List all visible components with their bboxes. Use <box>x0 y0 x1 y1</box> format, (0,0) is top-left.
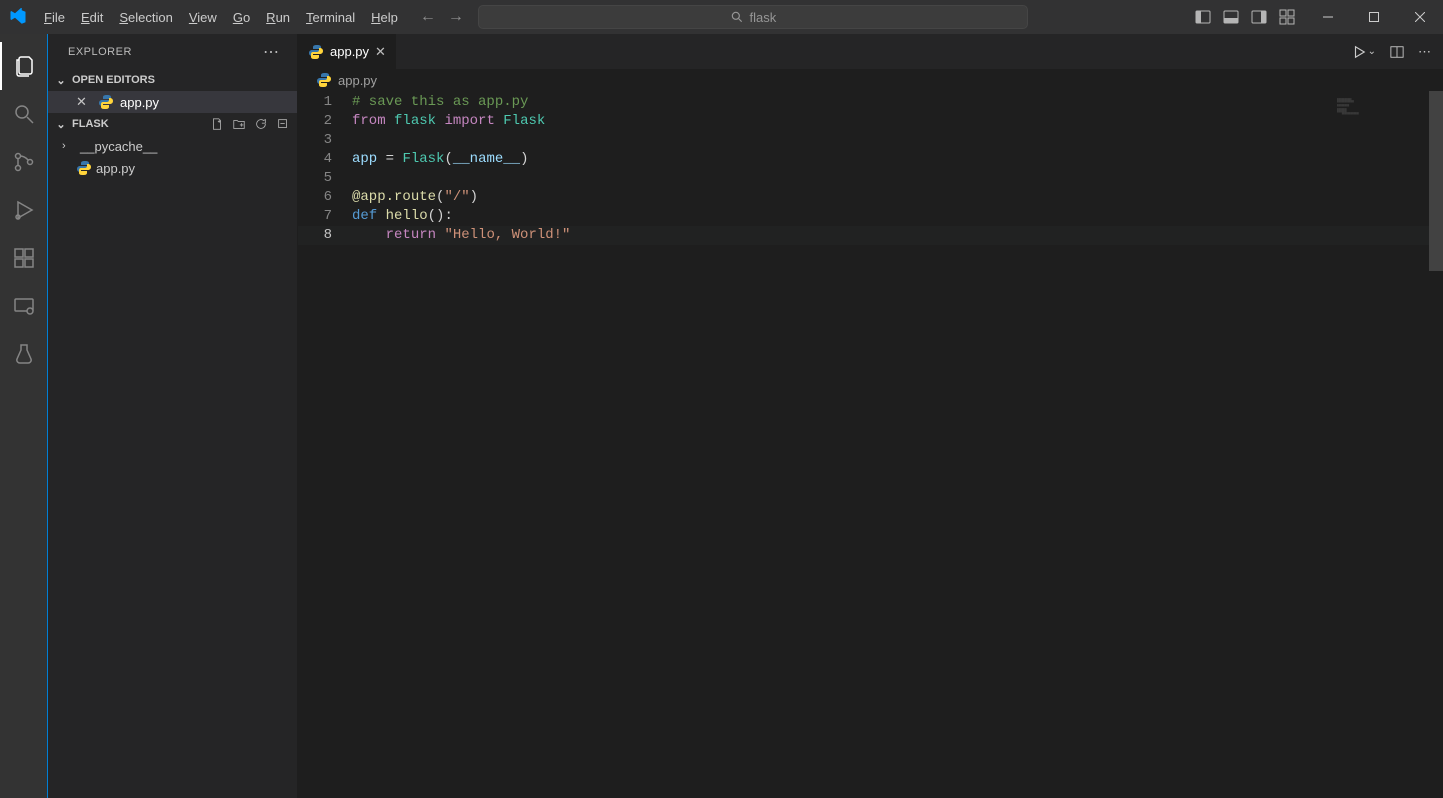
new-folder-icon[interactable] <box>231 116 247 132</box>
activity-testing-icon[interactable] <box>0 330 48 378</box>
file-name: app.py <box>96 161 135 176</box>
line-number: 8 <box>298 226 352 245</box>
explorer-more-icon[interactable]: ⋯ <box>263 42 281 62</box>
menu-view[interactable]: View <box>181 0 225 34</box>
activity-bar <box>0 34 48 798</box>
open-editor-item[interactable]: ✕ app.py <box>48 91 297 113</box>
editor-area: app.py ✕ ⌄ ⋯ app.py 1# save this as app.… <box>298 34 1443 798</box>
menu-help[interactable]: Help <box>363 0 406 34</box>
editor-actions: ⌄ ⋯ <box>1340 34 1443 69</box>
open-editors-label: OPEN EDITORS <box>72 74 155 86</box>
collapse-all-icon[interactable] <box>275 116 291 132</box>
maximize-button[interactable] <box>1351 0 1397 34</box>
activity-source-control-icon[interactable] <box>0 138 48 186</box>
split-editor-icon[interactable] <box>1390 45 1404 59</box>
activity-search-icon[interactable] <box>0 90 48 138</box>
explorer-sidebar: EXPLORER ⋯ ⌄ OPEN EDITORS ✕ app.py ⌄ FLA… <box>48 34 298 798</box>
nav-back-icon[interactable]: ← <box>418 8 438 26</box>
nav-forward-icon[interactable]: → <box>446 8 466 26</box>
chevron-down-icon: ⌄ <box>54 118 68 131</box>
project-section[interactable]: ⌄ FLASK <box>48 113 297 135</box>
layout-controls <box>1185 0 1305 34</box>
toggle-primary-sidebar-icon[interactable] <box>1189 0 1217 34</box>
breadcrumbs[interactable]: app.py <box>298 69 1443 91</box>
chevron-right-icon: › <box>62 140 76 152</box>
tab-label: app.py <box>330 44 369 59</box>
search-text: flask <box>750 10 777 25</box>
editor-more-icon[interactable]: ⋯ <box>1418 44 1431 60</box>
explorer-title: EXPLORER <box>68 46 132 58</box>
tree-folder-pycache[interactable]: › __pycache__ <box>48 135 297 157</box>
close-button[interactable] <box>1397 0 1443 34</box>
minimize-button[interactable] <box>1305 0 1351 34</box>
menu-file[interactable]: FFileile <box>36 0 73 34</box>
menu-run[interactable]: Run <box>258 0 298 34</box>
activity-run-debug-icon[interactable] <box>0 186 48 234</box>
nav-arrows: ← → <box>406 8 478 26</box>
line-number: 6 <box>298 188 352 207</box>
code-editor[interactable]: 1# save this as app.py 2from flask impor… <box>298 91 1443 798</box>
python-file-icon <box>76 160 92 176</box>
tab-app-py[interactable]: app.py ✕ <box>298 34 397 69</box>
customize-layout-icon[interactable] <box>1273 0 1301 34</box>
command-center-search[interactable]: flask <box>478 5 1028 29</box>
python-file-icon <box>98 94 114 110</box>
menu-bar: FFileile Edit Selection View Go Run Term… <box>36 0 406 34</box>
folder-name: __pycache__ <box>80 139 157 154</box>
vscode-logo-icon <box>0 8 36 26</box>
activity-extensions-icon[interactable] <box>0 234 48 282</box>
menu-go[interactable]: Go <box>225 0 258 34</box>
breadcrumb-file: app.py <box>338 73 377 88</box>
main-area: EXPLORER ⋯ ⌄ OPEN EDITORS ✕ app.py ⌄ FLA… <box>0 34 1443 798</box>
line-number: 7 <box>298 207 352 226</box>
python-file-icon <box>308 44 324 60</box>
new-file-icon[interactable] <box>209 116 225 132</box>
tab-bar: app.py ✕ ⌄ ⋯ <box>298 34 1443 69</box>
line-number: 1 <box>298 93 352 112</box>
scrollbar-thumb[interactable] <box>1429 91 1443 271</box>
line-number: 2 <box>298 112 352 131</box>
explorer-header: EXPLORER ⋯ <box>48 34 297 69</box>
line-number: 3 <box>298 131 352 150</box>
close-editor-icon[interactable]: ✕ <box>76 94 92 110</box>
window-controls <box>1305 0 1443 34</box>
activity-remote-icon[interactable] <box>0 282 48 330</box>
line-number: 5 <box>298 169 352 188</box>
run-python-icon[interactable]: ⌄ <box>1352 45 1376 59</box>
chevron-down-icon: ⌄ <box>54 74 68 87</box>
minimap[interactable]: ████████████████████████████████████████… <box>1329 91 1429 798</box>
titlebar: FFileile Edit Selection View Go Run Term… <box>0 0 1443 34</box>
project-name: FLASK <box>72 118 109 130</box>
activity-explorer-icon[interactable] <box>0 42 48 90</box>
open-editor-filename: app.py <box>120 95 159 110</box>
menu-edit[interactable]: Edit <box>73 0 111 34</box>
refresh-icon[interactable] <box>253 116 269 132</box>
scrollbar-track[interactable] <box>1429 91 1443 798</box>
tree-file-app[interactable]: app.py <box>48 157 297 179</box>
menu-terminal[interactable]: Terminal <box>298 0 363 34</box>
tab-close-icon[interactable]: ✕ <box>375 44 386 60</box>
python-file-icon <box>316 72 332 88</box>
menu-selection[interactable]: Selection <box>111 0 180 34</box>
toggle-panel-icon[interactable] <box>1217 0 1245 34</box>
line-number: 4 <box>298 150 352 169</box>
search-icon <box>730 10 744 24</box>
toggle-secondary-sidebar-icon[interactable] <box>1245 0 1273 34</box>
open-editors-section[interactable]: ⌄ OPEN EDITORS <box>48 69 297 91</box>
